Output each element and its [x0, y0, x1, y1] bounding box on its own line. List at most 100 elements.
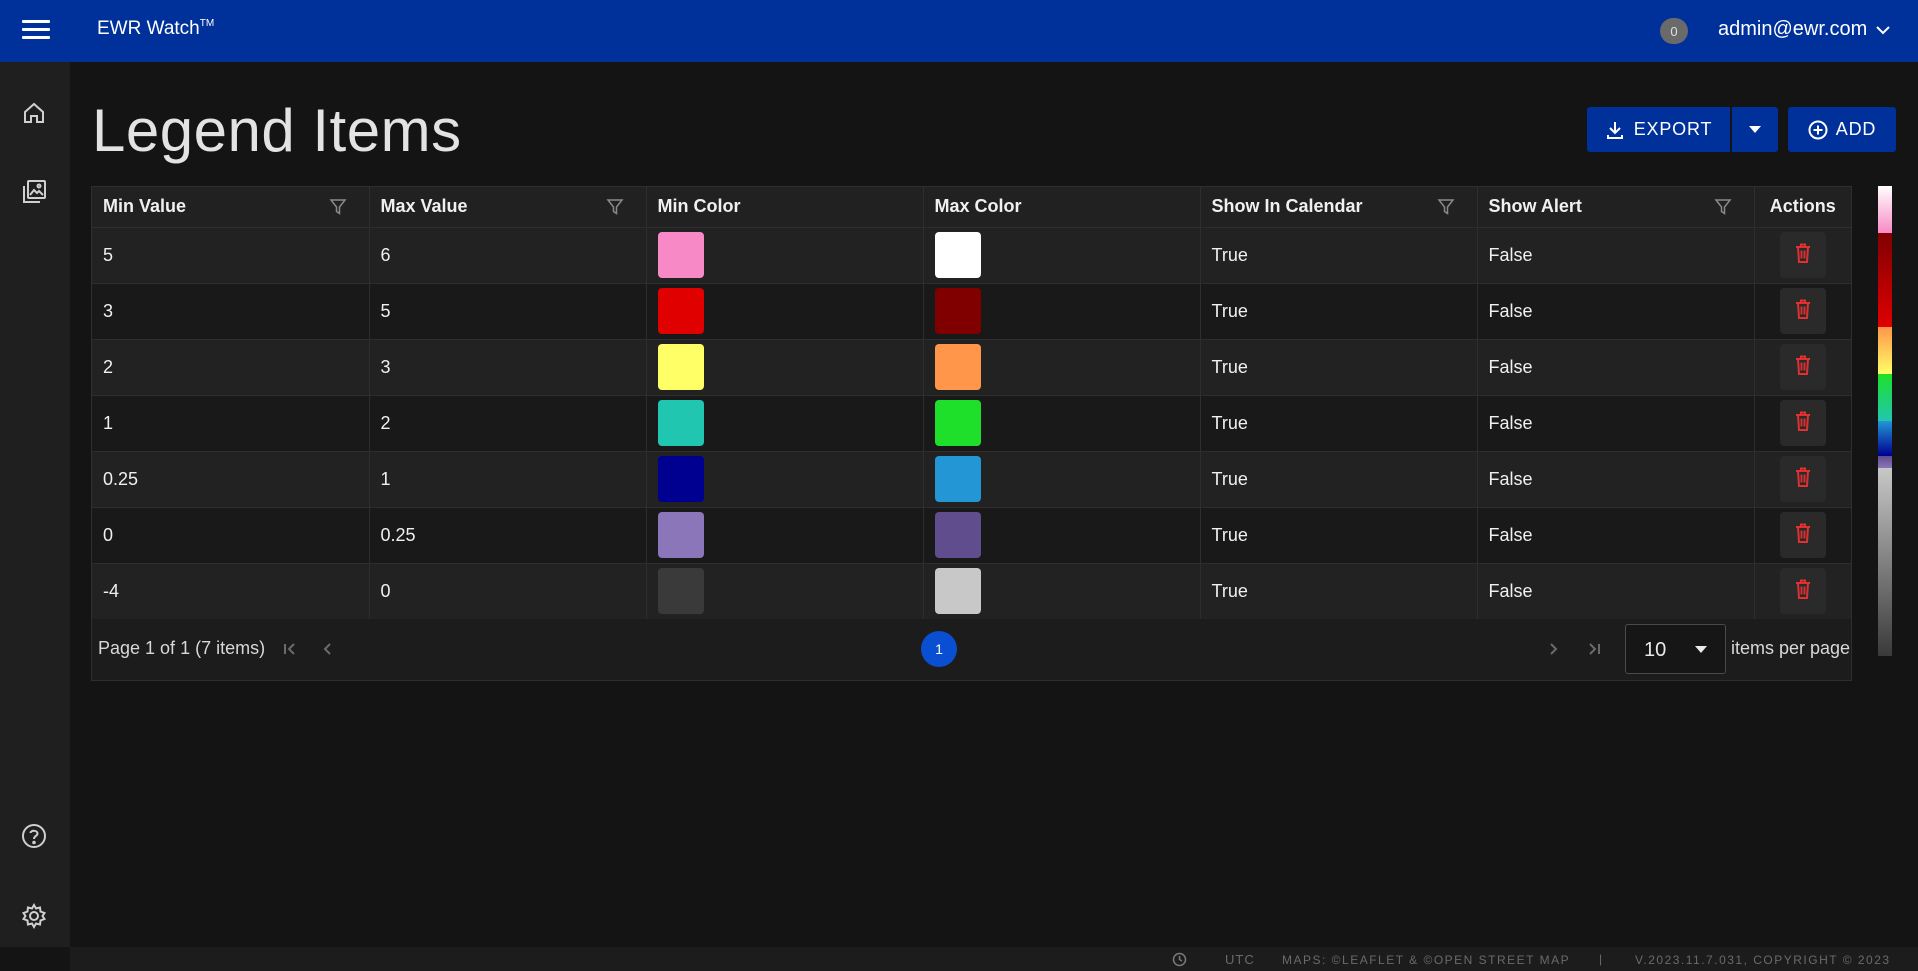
column-header-max-value[interactable]: Max Value [369, 187, 647, 228]
scale-band [1878, 186, 1892, 233]
filter-icon[interactable] [1713, 198, 1732, 216]
help-icon[interactable] [20, 822, 48, 850]
filter-icon[interactable] [605, 198, 624, 216]
cell-max-value[interactable]: 2 [369, 395, 647, 452]
cell-show-alert[interactable]: False [1477, 507, 1755, 564]
cell-min-color[interactable] [646, 451, 924, 508]
delete-button[interactable] [1779, 568, 1826, 614]
column-header-show-alert[interactable]: Show Alert [1477, 187, 1755, 228]
cell-max-color[interactable] [923, 451, 1201, 508]
cell-show-alert[interactable]: False [1477, 339, 1755, 396]
clock-icon[interactable] [1172, 952, 1187, 967]
cell-show-in-calendar[interactable]: True [1200, 395, 1478, 452]
cell-show-in-calendar[interactable]: True [1200, 283, 1478, 340]
cell-min-color[interactable] [646, 227, 924, 284]
delete-button[interactable] [1779, 232, 1826, 278]
table-row[interactable]: 2 3 True False [92, 339, 1851, 396]
home-icon[interactable] [20, 99, 48, 127]
cell-max-color[interactable] [923, 507, 1201, 564]
app-title[interactable]: EWR WatchTM [97, 18, 214, 40]
table-row[interactable]: -4 0 True False [92, 563, 1851, 620]
cell-min-value[interactable]: 0.25 [92, 451, 370, 508]
min-color-swatch [657, 456, 704, 502]
trash-icon [1793, 242, 1813, 269]
cell-show-in-calendar[interactable]: True [1200, 227, 1478, 284]
table-row[interactable]: 3 5 True False [92, 283, 1851, 340]
table-row[interactable]: 0.25 1 True False [92, 451, 1851, 508]
delete-button[interactable] [1779, 456, 1826, 502]
max-color-swatch [934, 568, 981, 614]
next-page-icon[interactable] [1545, 641, 1561, 657]
cell-actions [1754, 563, 1851, 620]
column-header-min-color[interactable]: Min Color [646, 187, 924, 228]
cell-max-value[interactable]: 1 [369, 451, 647, 508]
cell-show-alert[interactable]: False [1477, 451, 1755, 508]
cell-show-in-calendar[interactable]: True [1200, 451, 1478, 508]
gallery-icon[interactable] [20, 178, 48, 206]
page-button-current[interactable]: 1 [921, 631, 957, 667]
cell-max-value[interactable]: 3 [369, 339, 647, 396]
user-menu[interactable]: admin@ewr.com [1718, 18, 1891, 41]
delete-button[interactable] [1779, 288, 1826, 334]
filter-icon[interactable] [1436, 198, 1455, 216]
delete-button[interactable] [1779, 344, 1826, 390]
cell-min-color[interactable] [646, 563, 924, 620]
export-button[interactable]: EXPORT [1587, 107, 1730, 152]
column-header-show-in-calendar[interactable]: Show In Calendar [1200, 187, 1478, 228]
cell-min-value[interactable]: 3 [92, 283, 370, 340]
notification-badge[interactable]: 0 [1660, 18, 1688, 44]
cell-max-color[interactable] [923, 283, 1201, 340]
add-button[interactable]: ADD [1788, 107, 1896, 152]
cell-min-color[interactable] [646, 395, 924, 452]
max-color-swatch [934, 512, 981, 558]
cell-show-alert[interactable]: False [1477, 227, 1755, 284]
caret-down-icon [1749, 126, 1761, 133]
cell-min-value[interactable]: 2 [92, 339, 370, 396]
cell-max-color[interactable] [923, 339, 1201, 396]
cell-show-in-calendar[interactable]: True [1200, 563, 1478, 620]
column-header-max-color[interactable]: Max Color [923, 187, 1201, 228]
legend-color-scale [1878, 186, 1892, 656]
cell-show-in-calendar[interactable]: True [1200, 339, 1478, 396]
cell-min-value[interactable]: -4 [92, 563, 370, 620]
cell-min-color[interactable] [646, 507, 924, 564]
cell-min-color[interactable] [646, 283, 924, 340]
cell-min-color[interactable] [646, 339, 924, 396]
delete-button[interactable] [1779, 400, 1826, 446]
cell-max-value[interactable]: 0 [369, 563, 647, 620]
cell-min-value[interactable]: 1 [92, 395, 370, 452]
menu-icon[interactable] [22, 20, 50, 42]
page-size-select[interactable]: 10 [1625, 624, 1726, 674]
trash-icon [1793, 578, 1813, 605]
table-row[interactable]: 1 2 True False [92, 395, 1851, 452]
cell-max-color[interactable] [923, 563, 1201, 620]
timezone-label[interactable]: UTC [1225, 952, 1255, 967]
cell-actions [1754, 339, 1851, 396]
filter-icon[interactable] [328, 198, 347, 216]
cell-max-color[interactable] [923, 227, 1201, 284]
last-page-icon[interactable] [1586, 641, 1602, 657]
download-icon [1606, 121, 1623, 139]
trademark: TM [199, 18, 215, 29]
delete-button[interactable] [1779, 512, 1826, 558]
table-row[interactable]: 0 0.25 True False [92, 507, 1851, 564]
cell-show-in-calendar[interactable]: True [1200, 507, 1478, 564]
first-page-icon[interactable] [282, 641, 298, 657]
cell-min-value[interactable]: 0 [92, 507, 370, 564]
cell-show-alert[interactable]: False [1477, 563, 1755, 620]
cell-max-value[interactable]: 6 [369, 227, 647, 284]
export-dropdown-button[interactable] [1732, 107, 1778, 152]
cell-show-alert[interactable]: False [1477, 395, 1755, 452]
column-header-min-value[interactable]: Min Value [92, 187, 370, 228]
table-row[interactable]: 5 6 True False [92, 227, 1851, 284]
cell-max-color[interactable] [923, 395, 1201, 452]
min-color-swatch [657, 512, 704, 558]
legend-table: Min Value Max Value Min Color Max Color … [92, 187, 1851, 620]
cell-max-value[interactable]: 0.25 [369, 507, 647, 564]
pager-info: Page 1 of 1 (7 items) [98, 638, 266, 658]
cell-max-value[interactable]: 5 [369, 283, 647, 340]
prev-page-icon[interactable] [320, 641, 336, 657]
cell-show-alert[interactable]: False [1477, 283, 1755, 340]
settings-icon[interactable] [20, 902, 48, 930]
cell-min-value[interactable]: 5 [92, 227, 370, 284]
